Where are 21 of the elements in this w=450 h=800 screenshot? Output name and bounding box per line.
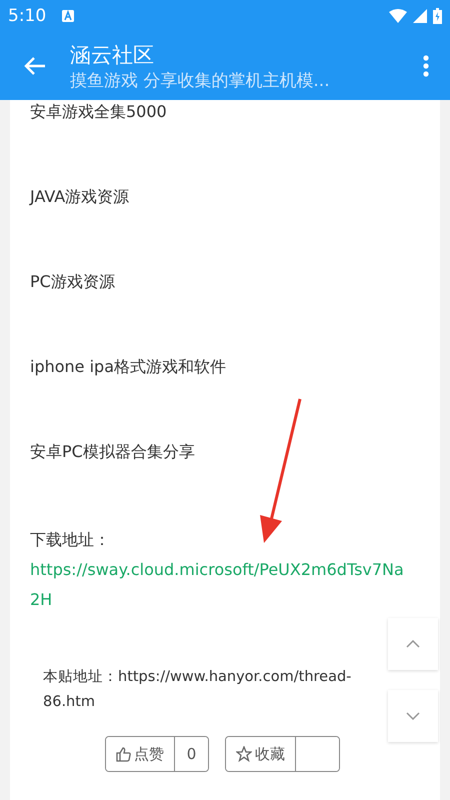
post-line: PC游戏资源 xyxy=(30,271,115,293)
signal-icon xyxy=(413,9,427,23)
post-line: iphone ipa格式游戏和软件 xyxy=(30,356,226,378)
post-line: JAVA游戏资源 xyxy=(30,186,130,208)
like-count: 0 xyxy=(174,737,208,771)
battery-icon xyxy=(433,8,442,24)
star-icon xyxy=(236,746,252,762)
time: 5:10 xyxy=(8,6,46,26)
more-icon xyxy=(423,55,429,77)
download-label: 下载地址： xyxy=(30,529,111,551)
toolbar-subtitle: 摸鱼游戏 分享收集的掌机主机模... xyxy=(70,70,331,93)
wifi-icon xyxy=(389,9,407,23)
thumbs-up-icon xyxy=(116,746,131,762)
post-line: 安卓PC模拟器合集分享 xyxy=(30,441,195,463)
post-line: 安卓游戏全集5000 xyxy=(30,101,167,123)
chevron-up-icon xyxy=(406,640,420,648)
keyboard-icon xyxy=(62,10,74,22)
post-address: 本贴地址：https://www.hanyor.com/thread-86.htm xyxy=(43,668,352,712)
toolbar-title: 涵云社区 xyxy=(70,42,155,69)
back-arrow-icon xyxy=(24,56,46,76)
chevron-down-icon xyxy=(406,712,420,720)
